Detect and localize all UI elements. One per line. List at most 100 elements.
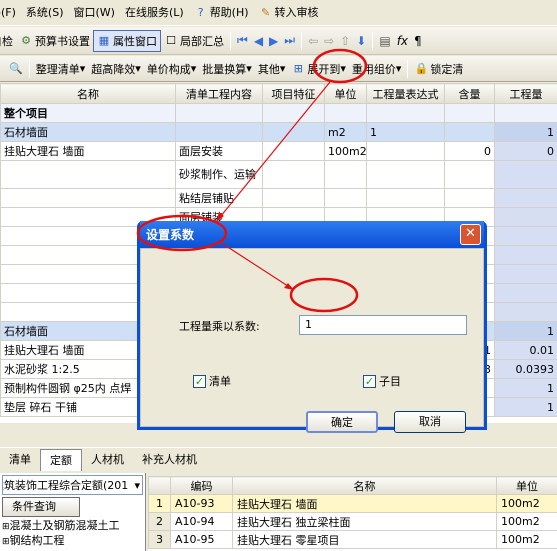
- table-row[interactable]: 整个项目: [0, 103, 557, 123]
- cell-expr[interactable]: 1: [366, 122, 445, 142]
- cell-qty[interactable]: 1: [494, 378, 557, 398]
- cell-expr[interactable]: [366, 141, 445, 161]
- cell-name[interactable]: [0, 160, 176, 189]
- organize-list-button[interactable]: 整理清单 ▾: [33, 58, 89, 80]
- cell-unit[interactable]: [324, 188, 367, 208]
- tree-item[interactable]: ⊞混凝土及钢筋混凝土工: [0, 519, 145, 534]
- cell-content[interactable]: 砂浆制作、运输: [175, 160, 263, 189]
- cell-content-qty[interactable]: [444, 122, 495, 142]
- cell-qty[interactable]: 1: [494, 122, 557, 142]
- cell-quota-unit[interactable]: 100m2: [496, 494, 557, 513]
- cell-content[interactable]: 面层安装: [175, 141, 263, 161]
- cell-quota-name[interactable]: 挂贴大理石 独立梁柱面: [232, 512, 497, 531]
- col-unit[interactable]: 单位: [324, 83, 367, 104]
- cell-unit[interactable]: 100m2: [324, 141, 367, 161]
- menu-window[interactable]: 窗口(W): [69, 2, 120, 24]
- cell-qty[interactable]: 0: [494, 141, 557, 161]
- arrow-down-icon[interactable]: ⬇: [353, 34, 369, 48]
- cell-quota-name[interactable]: 挂贴大理石 零星项目: [232, 530, 497, 549]
- table-row[interactable]: 1 A10-93 挂贴大理石 墙面 100m2: [148, 494, 557, 513]
- formula-icon[interactable]: fx: [394, 34, 411, 48]
- col-content-qty[interactable]: 含量: [444, 83, 495, 104]
- paragraph-icon[interactable]: ¶: [411, 34, 425, 48]
- quota-library-select[interactable]: 建筑装饰工程综合定额(201 ▾: [2, 475, 143, 495]
- table-row[interactable]: 粘结层铺贴: [0, 188, 557, 208]
- cell-qty[interactable]: [494, 103, 557, 123]
- cell-quota-name[interactable]: 挂贴大理石 墙面: [232, 494, 497, 513]
- last-icon[interactable]: ⏭: [281, 33, 298, 48]
- col-feature[interactable]: 项目特征: [262, 83, 325, 104]
- coefficient-input[interactable]: 1: [299, 315, 467, 335]
- budget-settings-button[interactable]: ⚙ 预算书设置: [16, 30, 93, 52]
- cell-qty[interactable]: [494, 264, 557, 284]
- table-row[interactable]: 砂浆制作、运输: [0, 160, 557, 189]
- cell-quota-code[interactable]: A10-94: [170, 512, 233, 531]
- next-icon[interactable]: ▶: [266, 34, 281, 48]
- cell-name[interactable]: [0, 188, 176, 208]
- subitem-checkbox[interactable]: ✓ 子目: [363, 373, 401, 389]
- first-icon[interactable]: ⏮: [234, 33, 251, 48]
- cell-qty[interactable]: [494, 226, 557, 246]
- menu-help[interactable]: ? 帮助(H): [189, 2, 254, 24]
- cell-name[interactable]: 整个项目: [0, 103, 176, 123]
- prev-icon[interactable]: ◀: [251, 34, 266, 48]
- cell-content-qty[interactable]: [444, 103, 495, 123]
- cell-quota-unit[interactable]: 100m2: [496, 512, 557, 531]
- self-check-button[interactable]: 自检: [0, 30, 16, 52]
- cell-quota-unit[interactable]: 100m2: [496, 530, 557, 549]
- cell-feature[interactable]: [262, 141, 325, 161]
- ok-button[interactable]: 确定: [306, 411, 378, 433]
- menu-online-service[interactable]: 在线服务(L): [120, 2, 189, 24]
- col-quota-name[interactable]: 名称: [232, 476, 497, 495]
- cell-qty[interactable]: [494, 302, 557, 322]
- cell-content[interactable]: [175, 103, 263, 123]
- unit-price-button[interactable]: 单价构成 ▾: [144, 58, 200, 80]
- cell-expr[interactable]: [366, 160, 445, 189]
- cell-expr[interactable]: [366, 188, 445, 208]
- batch-convert-button[interactable]: 批量换算 ▾: [199, 58, 255, 80]
- tab-labor-material[interactable]: 人材机: [82, 449, 133, 471]
- cell-qty[interactable]: [494, 283, 557, 303]
- lock-button[interactable]: 🔒 锁定清: [411, 58, 466, 80]
- tab-bill[interactable]: 清单: [0, 449, 40, 471]
- cell-qty[interactable]: [494, 207, 557, 227]
- condition-query-button[interactable]: 条件查询: [2, 497, 80, 517]
- cell-quota-code[interactable]: A10-93: [170, 494, 233, 513]
- cell-unit[interactable]: [324, 160, 367, 189]
- cell-qty[interactable]: [494, 245, 557, 265]
- cell-content[interactable]: [175, 122, 263, 142]
- tab-quota[interactable]: 定额: [40, 448, 82, 471]
- bill-checkbox[interactable]: ✓ 清单: [193, 373, 231, 389]
- binoculars-icon[interactable]: 🔍: [6, 58, 26, 80]
- cell-content[interactable]: 粘结层铺贴: [175, 188, 263, 208]
- reuse-price-button[interactable]: 重用组价 ▾: [349, 58, 405, 80]
- menu-system[interactable]: 系统(S): [21, 2, 69, 24]
- arrow-up-icon[interactable]: ⇧: [337, 34, 353, 48]
- property-window-button[interactable]: ▦ 属性窗口: [93, 29, 161, 52]
- dialog-titlebar[interactable]: 设置系数 ✕: [140, 221, 484, 248]
- expand-to-button[interactable]: ⊞ 展开到 ▾: [288, 58, 349, 80]
- partial-summary-button[interactable]: ☐ 局部汇总: [161, 30, 227, 52]
- close-icon[interactable]: ✕: [460, 224, 481, 245]
- col-expr[interactable]: 工程量表达式: [366, 83, 445, 104]
- arrow-right-icon[interactable]: ⇨: [321, 34, 337, 48]
- table-row[interactable]: 3 A10-95 挂贴大理石 零星项目 100m2: [148, 530, 557, 549]
- cell-qty[interactable]: 0.01: [494, 340, 557, 360]
- cell-unit[interactable]: [324, 103, 367, 123]
- menu-transfer-audit[interactable]: ✎ 转入审核: [254, 2, 324, 24]
- cell-unit[interactable]: m2: [324, 122, 367, 142]
- tab-extra-labor-material[interactable]: 补充人材机: [133, 449, 206, 471]
- menu-file[interactable]: 文件(F): [0, 2, 21, 24]
- cell-content-qty[interactable]: [444, 188, 495, 208]
- cell-content-qty[interactable]: 0: [444, 141, 495, 161]
- col-qty[interactable]: 工程量: [494, 83, 557, 104]
- table-row[interactable]: 挂贴大理石 墙面 面层安装 100m2 0 0: [0, 141, 557, 161]
- cell-feature[interactable]: [262, 160, 325, 189]
- cell-expr[interactable]: [366, 103, 445, 123]
- table-row[interactable]: 2 A10-94 挂贴大理石 独立梁柱面 100m2: [148, 512, 557, 531]
- col-name[interactable]: 名称: [0, 83, 176, 104]
- super-height-button[interactable]: 超高降效 ▾: [88, 58, 144, 80]
- col-quota-code[interactable]: 编码: [170, 476, 233, 495]
- table-row[interactable]: 石材墙面 m2 1 1: [0, 122, 557, 142]
- col-content[interactable]: 清单工程内容: [175, 83, 263, 104]
